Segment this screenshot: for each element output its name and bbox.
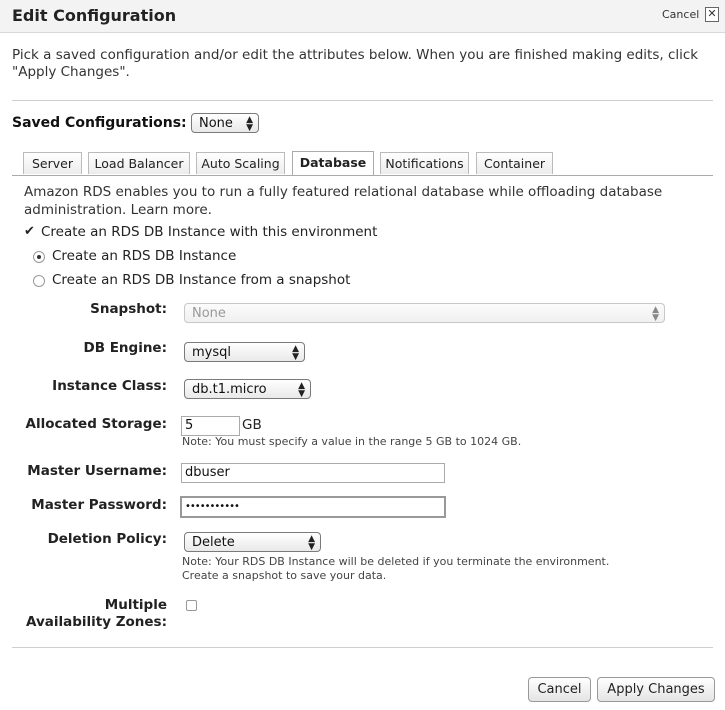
instance-class-value: db.t1.micro	[192, 382, 267, 397]
tab-auto-scaling[interactable]: Auto Scaling	[196, 152, 285, 174]
deletion-policy-select[interactable]: Delete ▲ ▼	[184, 532, 321, 552]
saved-configurations-value: None	[199, 116, 233, 131]
learn-more-link[interactable]: Learn more.	[131, 202, 212, 218]
dialog-title: Edit Configuration	[12, 6, 177, 25]
close-icon[interactable]: ✕	[705, 7, 719, 22]
updown-arrows-icon: ▲ ▼	[246, 115, 253, 133]
create-rds-label: Create an RDS DB Instance with this envi…	[41, 224, 378, 240]
db-engine-select[interactable]: mysql ▲ ▼	[184, 342, 305, 362]
saved-configurations-select[interactable]: None ▲ ▼	[191, 113, 259, 133]
updown-arrows-icon: ▲ ▼	[292, 344, 299, 362]
footer-divider	[12, 647, 713, 648]
radio-create-from-snapshot[interactable]	[33, 275, 45, 287]
master-username-label: Master Username:	[27, 463, 167, 479]
updown-arrows-icon: ▲ ▼	[652, 305, 659, 323]
db-engine-label: DB Engine:	[83, 340, 168, 356]
cancel-link[interactable]: Cancel	[662, 8, 699, 21]
apply-changes-button[interactable]: Apply Changes	[597, 677, 715, 702]
storage-note: Note: You must specify a value in the ra…	[182, 435, 522, 448]
tab-database[interactable]: Database	[292, 151, 374, 175]
tab-load-balancer[interactable]: Load Balancer	[88, 152, 190, 174]
description-text: Amazon RDS enables you to run a fully fe…	[24, 184, 663, 218]
tab-strip-border	[12, 175, 713, 176]
master-username-input[interactable]: dbuser	[181, 463, 445, 483]
snapshot-label: Snapshot:	[90, 301, 167, 317]
updown-arrows-icon: ▲ ▼	[308, 534, 315, 552]
create-rds-checkbox[interactable]: ✔	[24, 225, 37, 239]
multi-az-label-line2: Availability Zones:	[25, 614, 167, 630]
deletion-policy-note-line1: Note: Your RDS DB Instance will be delet…	[182, 555, 610, 568]
multi-az-checkbox[interactable]	[186, 600, 197, 611]
updown-arrows-icon: ▲ ▼	[298, 381, 305, 399]
multi-az-label-line1: Multiple	[104, 597, 167, 613]
database-description: Amazon RDS enables you to run a fully fe…	[24, 183, 704, 219]
instance-class-select[interactable]: db.t1.micro ▲ ▼	[184, 379, 311, 399]
radio-create-rds-instance[interactable]	[33, 251, 45, 263]
master-password-label: Master Password:	[31, 497, 167, 513]
tab-server[interactable]: Server	[23, 152, 82, 174]
storage-unit-label: GB	[242, 417, 262, 433]
allocated-storage-input[interactable]: 5	[181, 416, 240, 436]
db-engine-value: mysql	[192, 345, 231, 360]
tab-notifications[interactable]: Notifications	[380, 152, 469, 174]
radio-create-rds-instance-label: Create an RDS DB Instance	[52, 248, 237, 264]
master-password-input[interactable]: •••••••••••	[180, 496, 446, 518]
intro-text: Pick a saved configuration and/or edit t…	[12, 47, 699, 80]
deletion-policy-note-line2: Create a snapshot to save your data.	[182, 569, 387, 582]
cancel-button[interactable]: Cancel	[528, 677, 591, 702]
radio-create-from-snapshot-label: Create an RDS DB Instance from a snapsho…	[52, 272, 351, 288]
saved-configurations-label: Saved Configurations:	[12, 115, 187, 131]
instance-class-label: Instance Class:	[52, 378, 167, 394]
deletion-policy-value: Delete	[192, 535, 235, 550]
allocated-storage-label: Allocated Storage:	[25, 416, 168, 432]
divider	[12, 100, 713, 101]
snapshot-select[interactable]: None ▲ ▼	[184, 303, 665, 323]
radio-selected-dot	[37, 255, 41, 259]
tab-container[interactable]: Container	[476, 152, 553, 174]
deletion-policy-label: Deletion Policy:	[47, 531, 167, 547]
snapshot-value: None	[192, 306, 226, 321]
